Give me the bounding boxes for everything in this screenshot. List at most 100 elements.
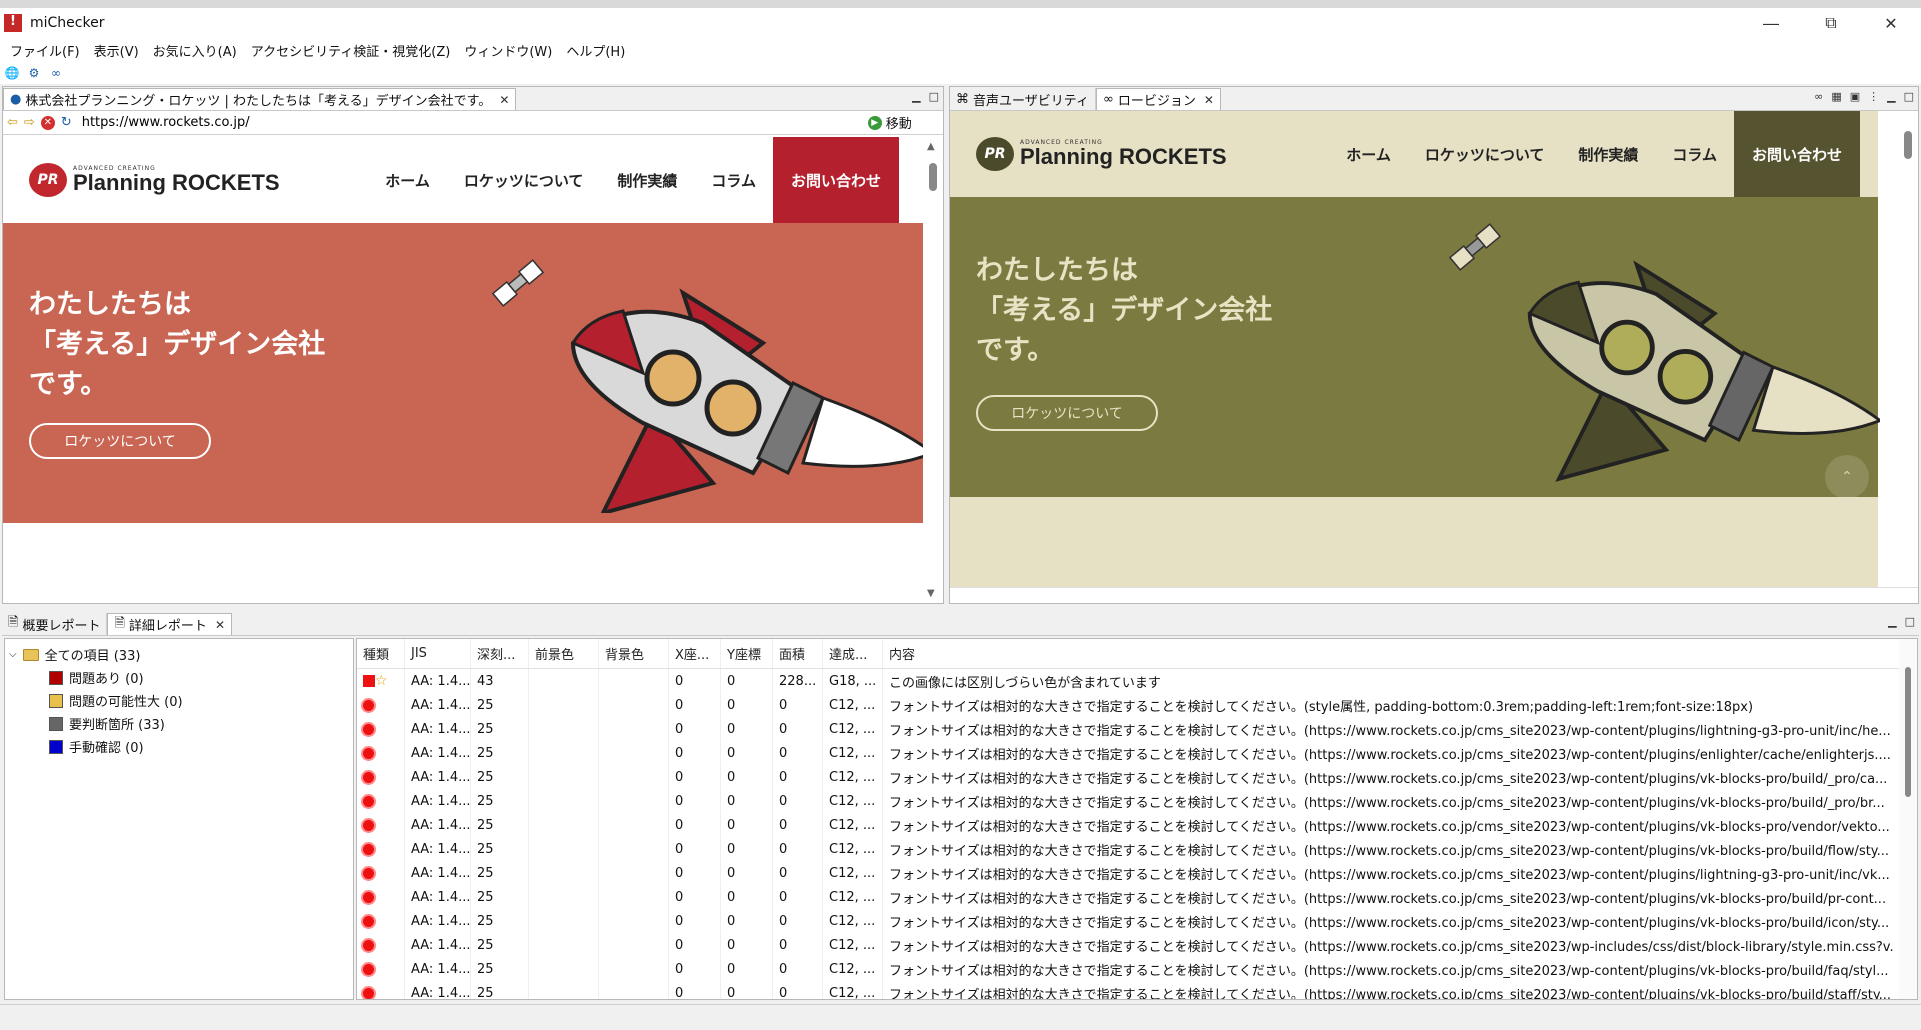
- restore-button[interactable]: ⧉: [1801, 8, 1861, 38]
- glasses-icon[interactable]: ∞: [48, 65, 64, 81]
- globe-icon[interactable]: 🌐: [4, 65, 20, 81]
- minimize-pane-icon[interactable]: ▁: [1888, 615, 1896, 628]
- close-button[interactable]: ✕: [1861, 8, 1921, 38]
- menu-favorites[interactable]: お気に入り(A): [149, 41, 247, 60]
- table-scroll-thumb[interactable]: [1905, 667, 1911, 797]
- table-row[interactable]: AA: 1.4... 25 0 0 0 C12, ... フォントサイズは相対的な大きさで指…: [357, 909, 1917, 933]
- table-row[interactable]: AA: 1.4... 25 0 0 0 C12, ... フォントサイズは相対的な大きさで指…: [357, 885, 1917, 909]
- col-content[interactable]: 内容: [883, 639, 1893, 668]
- menu-view[interactable]: 表示(V): [90, 41, 149, 60]
- site-scrollbar[interactable]: ▲ ▼: [923, 137, 943, 603]
- hero-about-button[interactable]: ロケッツについて: [29, 423, 211, 459]
- go-button[interactable]: ▶ 移動: [867, 113, 912, 132]
- close-icon[interactable]: ✕: [1204, 93, 1214, 107]
- table-row[interactable]: AA: 1.4... 25 0 0 0 C12, ... フォントサイズは相対的な大きさで指…: [357, 957, 1917, 981]
- lv-nav-home[interactable]: ホーム: [1329, 144, 1408, 165]
- refresh-icon[interactable]: ↻: [61, 115, 72, 130]
- maximize-pane-icon[interactable]: □: [1905, 615, 1915, 628]
- table-row[interactable]: AA: 1.4... 25 0 0 0 C12, ... フォントサイズは相対的な大きさで指…: [357, 789, 1917, 813]
- chevron-down-icon[interactable]: ⌵: [9, 649, 17, 660]
- nav-about[interactable]: ロケッツについて: [447, 170, 601, 191]
- lv-scrollbar[interactable]: [1898, 111, 1918, 603]
- view-menu-icon[interactable]: ⋮: [1868, 90, 1879, 103]
- col-severity[interactable]: 深刻...: [471, 639, 529, 668]
- menu-window[interactable]: ウィンドウ(W): [460, 41, 562, 60]
- glasses-icon[interactable]: ∞: [1814, 90, 1823, 103]
- back-icon[interactable]: ⇦: [7, 115, 18, 130]
- col-type[interactable]: 種類: [357, 639, 405, 668]
- table-icon[interactable]: ▦: [1831, 90, 1841, 103]
- maximize-pane-icon[interactable]: □: [929, 90, 939, 103]
- table-row[interactable]: AA: 1.4... 25 0 0 0 C12, ... フォントサイズは相対的な大きさで指…: [357, 693, 1917, 717]
- tree-item-manual[interactable]: 手動確認 (0): [9, 735, 349, 758]
- nav-home[interactable]: ホーム: [368, 170, 447, 191]
- menu-accessibility[interactable]: アクセシビリティ検証・視覚化(Z): [247, 41, 461, 60]
- col-area[interactable]: 面積: [773, 639, 823, 668]
- cell-area: 0: [773, 981, 823, 999]
- col-background[interactable]: 背景色: [599, 639, 669, 668]
- back-to-top-button[interactable]: ⌃: [1825, 455, 1869, 499]
- lv-scroll-thumb[interactable]: [1904, 131, 1912, 159]
- lv-site-logo[interactable]: PR ADVANCED CREATING Planning ROCKETS: [976, 137, 1227, 171]
- forward-icon[interactable]: ⇨: [24, 115, 35, 130]
- tree-item-probable[interactable]: 問題の可能性大 (0): [9, 689, 349, 712]
- maximize-pane-icon[interactable]: □: [1904, 90, 1914, 103]
- lv-nav-about[interactable]: ロケッツについて: [1408, 144, 1562, 165]
- table-scrollbar[interactable]: [1899, 639, 1917, 999]
- tab-voice-usability[interactable]: ⌘ 音声ユーザビリティ: [950, 88, 1096, 110]
- tree-item-problem[interactable]: 問題あり (0): [9, 666, 349, 689]
- cell-type: [357, 813, 405, 837]
- voice-check-icon[interactable]: ⚙: [26, 65, 42, 81]
- minimize-pane-icon[interactable]: ▁: [1887, 90, 1895, 103]
- save-icon[interactable]: ▣: [1850, 90, 1860, 103]
- scroll-thumb[interactable]: [929, 163, 937, 191]
- table-row[interactable]: AA: 1.4... 25 0 0 0 C12, ... フォントサイズは相対的な大きさで指…: [357, 933, 1917, 957]
- nav-works[interactable]: 制作実績: [600, 170, 694, 191]
- minimize-button[interactable]: ―: [1741, 8, 1801, 38]
- col-jis[interactable]: JIS: [405, 639, 471, 668]
- table-row[interactable]: AA: 1.4... 25 0 0 0 C12, ... フォントサイズは相対的な大きさで指…: [357, 717, 1917, 741]
- lv-hero-about-button[interactable]: ロケッツについて: [976, 395, 1158, 431]
- stop-icon[interactable]: ✕: [40, 115, 55, 130]
- url-input[interactable]: [77, 112, 858, 133]
- tree-item-judgment[interactable]: 要判断箇所 (33): [9, 712, 349, 735]
- lv-nav-column[interactable]: コラム: [1655, 144, 1734, 165]
- col-foreground[interactable]: 前景色: [529, 639, 599, 668]
- site-logo[interactable]: PR ADVANCED CREATING Planning ROCKETS: [29, 163, 280, 197]
- scroll-down-icon[interactable]: ▼: [927, 588, 935, 599]
- cell-severity: 25: [471, 717, 529, 741]
- table-row[interactable]: AA: 1.4... 25 0 0 0 C12, ... フォントサイズは相対的な大きさで指…: [357, 741, 1917, 765]
- close-icon[interactable]: ✕: [215, 618, 225, 632]
- table-row[interactable]: AA: 1.4... 25 0 0 0 C12, ... フォントサイズは相対的な大きさで指…: [357, 981, 1917, 999]
- nav-column[interactable]: コラム: [694, 170, 773, 191]
- table-row[interactable]: ☆ AA: 1.4... 43 0 0 228... G18, ... この画像には区別しづら…: [357, 669, 1917, 693]
- table-row[interactable]: AA: 1.4... 25 0 0 0 C12, ... フォントサイズは相対的な大きさで指…: [357, 861, 1917, 885]
- col-x[interactable]: X座...: [669, 639, 721, 668]
- table-row[interactable]: AA: 1.4... 25 0 0 0 C12, ... フォントサイズは相対的な大きさで指…: [357, 765, 1917, 789]
- lv-hscrollbar[interactable]: [950, 587, 1918, 603]
- close-icon[interactable]: ✕: [499, 93, 509, 107]
- tab-summary-report[interactable]: 🗎 概要レポート: [2, 613, 108, 635]
- nav-contact-button[interactable]: お問い合わせ: [772, 137, 899, 223]
- tab-detail-report[interactable]: 🗎 詳細レポート ✕: [107, 613, 232, 635]
- cell-foreground: [529, 885, 599, 909]
- col-criteria[interactable]: 達成...: [823, 639, 883, 668]
- menu-help[interactable]: ヘルプ(H): [562, 41, 635, 60]
- tree-root[interactable]: ⌵ 全ての項目 (33): [9, 643, 349, 666]
- cell-type: [357, 957, 405, 981]
- tree-item-label: 手動確認 (0): [69, 741, 144, 756]
- cell-background: [599, 789, 669, 813]
- cell-type: [357, 981, 405, 999]
- lv-nav-works[interactable]: 制作実績: [1561, 144, 1655, 165]
- table-row[interactable]: AA: 1.4... 25 0 0 0 C12, ... フォントサイズは相対的な大きさで指…: [357, 813, 1917, 837]
- cell-content: この画像には区別しづらい色が含まれています: [889, 675, 1161, 691]
- browser-tab[interactable]: ● 株式会社プランニング・ロケッツ | わたしたちは「考える」デザイン会社です。…: [3, 88, 517, 110]
- scroll-up-icon[interactable]: ▲: [927, 141, 935, 152]
- menu-file[interactable]: ファイル(F): [6, 41, 90, 60]
- table-row[interactable]: AA: 1.4... 25 0 0 0 C12, ... フォントサイズは相対的な大きさで指…: [357, 837, 1917, 861]
- tab-lowvision[interactable]: ∞ ロービジョン ✕: [1095, 88, 1221, 110]
- minimize-pane-icon[interactable]: ▁: [912, 90, 920, 103]
- lv-nav-contact-button[interactable]: お問い合わせ: [1733, 111, 1860, 197]
- col-y[interactable]: Y座標: [721, 639, 773, 668]
- judgment-dot-icon: [363, 939, 374, 951]
